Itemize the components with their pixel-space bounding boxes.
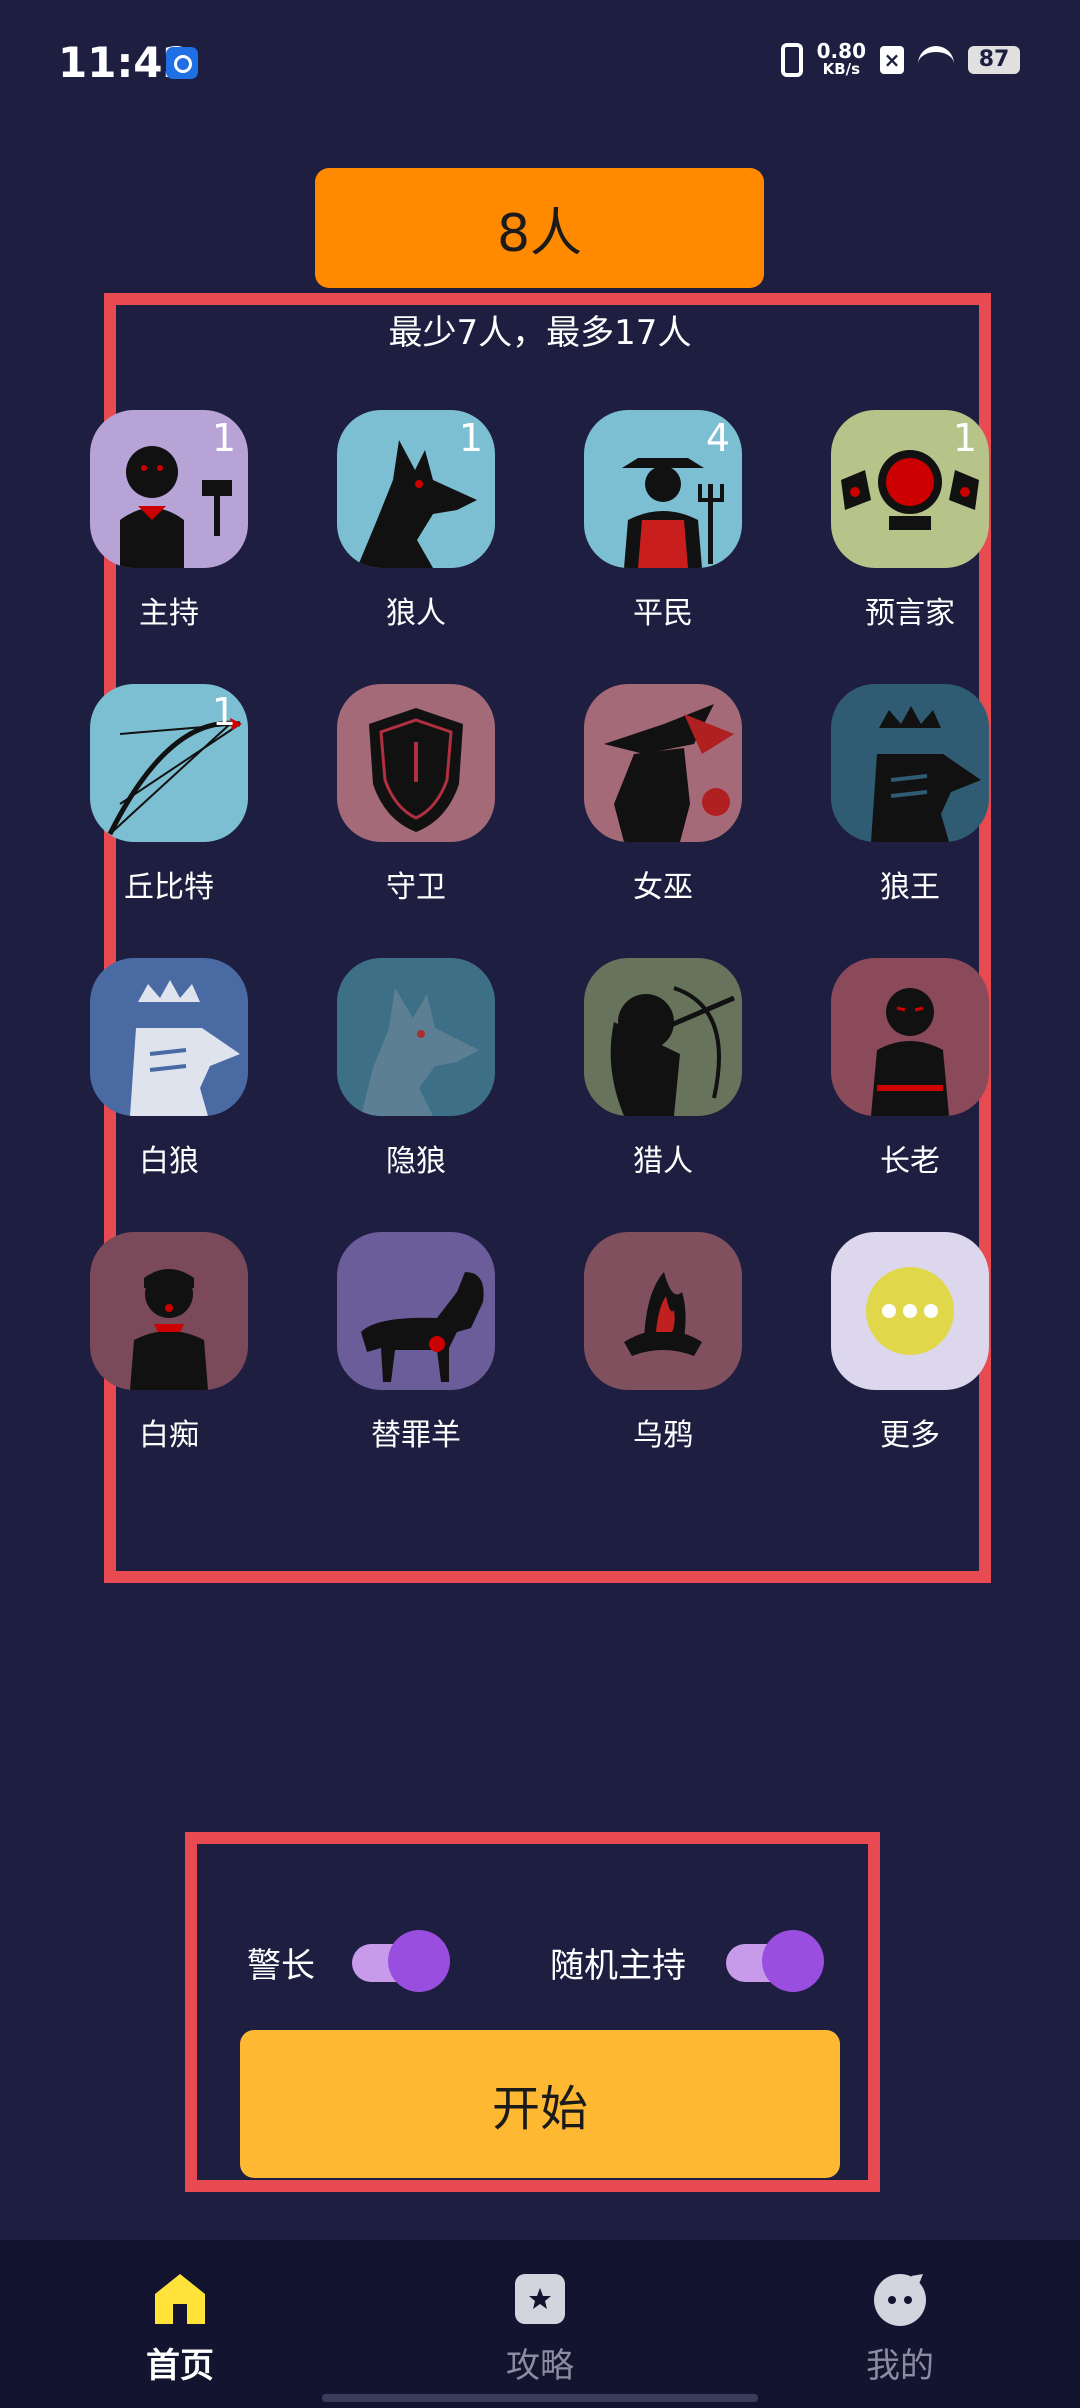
bottom-nav: 首页 攻略 我的 — [0, 2240, 1080, 2408]
network-speed: 0.80 KB/s — [816, 39, 866, 78]
seer-icon: 1 — [831, 410, 989, 568]
nav-guide-label: 攻略 — [506, 2346, 574, 2386]
battery-icon: 87 — [968, 46, 1020, 74]
network-speed-value: 0.80 — [816, 39, 866, 63]
profile-icon — [871, 2270, 929, 2328]
sheriff-toggle[interactable] — [352, 1930, 452, 1992]
random-host-toggle[interactable] — [726, 1930, 826, 1992]
role-count: 1 — [952, 416, 977, 460]
hidden-wolf-icon — [337, 958, 495, 1116]
hunter-icon — [584, 958, 742, 1116]
role-item[interactable]: 狼王 — [815, 684, 1015, 924]
nav-home-label: 首页 — [146, 2346, 214, 2386]
role-label: 隐狼 — [386, 1144, 446, 1179]
nav-profile-label: 我的 — [866, 2346, 934, 2386]
home-icon — [151, 2270, 209, 2328]
sheriff-label: 警长 — [247, 1946, 315, 1986]
player-count-button[interactable]: 8人 — [315, 168, 764, 288]
crow-icon — [584, 1232, 742, 1390]
wolf-king-icon — [831, 684, 989, 842]
gesture-bar — [322, 2394, 758, 2402]
role-item[interactable]: 1 丘比特 — [74, 684, 274, 924]
role-label: 替罪羊 — [371, 1418, 461, 1453]
role-label: 乌鸦 — [633, 1418, 693, 1453]
role-item[interactable]: 替罪羊 — [321, 1232, 521, 1472]
villager-icon: 4 — [584, 410, 742, 568]
network-speed-unit: KB/s — [822, 60, 861, 78]
status-icons: 0.80 KB/s × 87 — [780, 39, 1020, 78]
role-label: 主持 — [139, 596, 199, 631]
role-item[interactable]: 1 主持 — [74, 410, 274, 650]
role-item[interactable]: 白狼 — [74, 958, 274, 1198]
role-label: 狼人 — [386, 596, 446, 631]
role-label: 预言家 — [865, 596, 955, 631]
role-item[interactable]: 隐狼 — [321, 958, 521, 1198]
toggle-knob — [762, 1930, 824, 1992]
role-item[interactable]: 长老 — [815, 958, 1015, 1198]
role-count: 1 — [211, 416, 236, 460]
idiot-icon — [90, 1232, 248, 1390]
host-icon: 1 — [90, 410, 248, 568]
role-label: 女巫 — [633, 870, 693, 905]
role-count: 4 — [705, 416, 730, 460]
nav-profile[interactable]: 我的 — [810, 2270, 990, 2400]
role-label: 丘比特 — [124, 870, 214, 905]
role-item[interactable]: 乌鸦 — [568, 1232, 768, 1472]
role-label: 守卫 — [386, 870, 446, 905]
role-label: 白狼 — [139, 1144, 199, 1179]
role-item[interactable]: 白痴 — [74, 1232, 274, 1472]
role-count: 1 — [211, 690, 236, 734]
more-icon — [831, 1232, 989, 1390]
role-label: 更多 — [880, 1418, 940, 1453]
cupid-icon: 1 — [90, 684, 248, 842]
werewolf-icon: 1 — [337, 410, 495, 568]
elder-icon — [831, 958, 989, 1116]
role-label: 平民 — [633, 596, 693, 631]
role-count: 1 — [458, 416, 483, 460]
role-label: 狼王 — [880, 870, 940, 905]
status-bar: 11:42 0.80 KB/s × 87 — [0, 0, 1080, 130]
role-item[interactable]: 1 狼人 — [321, 410, 521, 650]
no-sim-icon: × — [880, 46, 904, 74]
role-item[interactable]: 猎人 — [568, 958, 768, 1198]
toggle-knob — [388, 1930, 450, 1992]
guide-icon — [511, 2270, 569, 2328]
vibrate-icon — [780, 43, 803, 77]
start-button[interactable]: 开始 — [240, 2030, 840, 2178]
scapegoat-icon — [337, 1232, 495, 1390]
role-item[interactable]: 女巫 — [568, 684, 768, 924]
guard-icon — [337, 684, 495, 842]
role-item[interactable]: 更多 — [815, 1232, 1015, 1472]
nav-home[interactable]: 首页 — [90, 2270, 270, 2400]
wifi-icon — [918, 46, 954, 74]
role-item[interactable]: 1 预言家 — [815, 410, 1015, 650]
role-label: 猎人 — [633, 1144, 693, 1179]
random-host-label: 随机主持 — [550, 1946, 686, 1986]
role-label: 长老 — [880, 1144, 940, 1179]
player-limits: 最少7人，最多17人 — [388, 313, 692, 353]
witch-icon — [584, 684, 742, 842]
nav-guide[interactable]: 攻略 — [450, 2270, 630, 2400]
app-notification-icon — [166, 47, 198, 79]
role-item[interactable]: 守卫 — [321, 684, 521, 924]
role-label: 白痴 — [139, 1418, 199, 1453]
role-item[interactable]: 4 平民 — [568, 410, 768, 650]
white-wolf-icon — [90, 958, 248, 1116]
